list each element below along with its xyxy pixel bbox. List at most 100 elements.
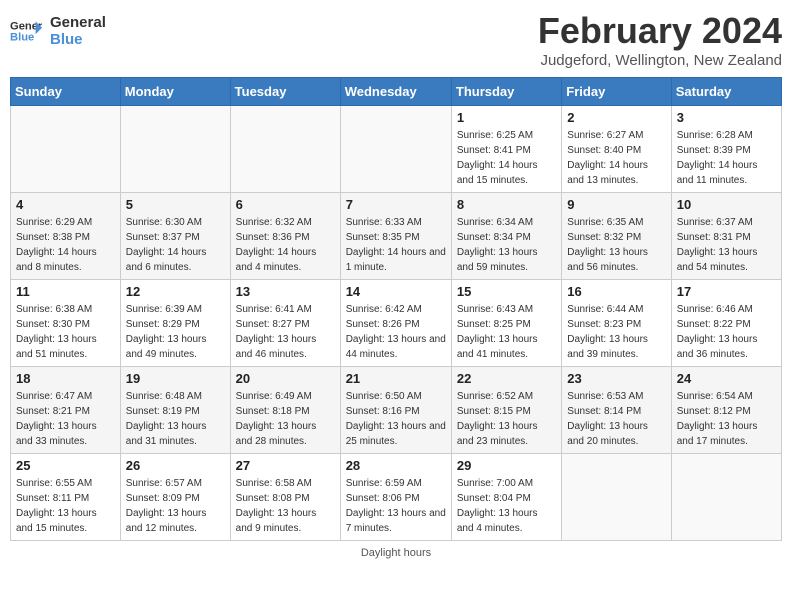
day-info: Sunrise: 6:30 AM Sunset: 8:37 PM Dayligh… bbox=[126, 215, 225, 275]
day-info: Sunrise: 6:48 AM Sunset: 8:19 PM Dayligh… bbox=[126, 389, 225, 449]
calendar-cell: 23 Sunrise: 6:53 AM Sunset: 8:14 PM Dayli… bbox=[562, 367, 671, 454]
day-number: 23 bbox=[567, 371, 665, 386]
calendar-cell: 17 Sunrise: 6:46 AM Sunset: 8:22 PM Dayli… bbox=[671, 280, 781, 367]
day-info: Sunrise: 6:28 AM Sunset: 8:39 PM Dayligh… bbox=[677, 128, 776, 188]
calendar-cell: 20 Sunrise: 6:49 AM Sunset: 8:18 PM Dayli… bbox=[230, 367, 340, 454]
day-info: Sunrise: 6:52 AM Sunset: 8:15 PM Dayligh… bbox=[457, 389, 556, 449]
day-info: Sunrise: 6:35 AM Sunset: 8:32 PM Dayligh… bbox=[567, 215, 665, 275]
day-number: 5 bbox=[126, 197, 225, 212]
day-number: 15 bbox=[457, 284, 556, 299]
calendar-cell: 6Sunrise: 6:32 AM Sunset: 8:36 PM Daylig… bbox=[230, 193, 340, 280]
calendar-cell: 4 Sunrise: 6:29 AM Sunset: 8:38 PM Daylig… bbox=[11, 193, 121, 280]
day-number: 17 bbox=[677, 284, 776, 299]
day-info: Sunrise: 6:25 AM Sunset: 8:41 PM Dayligh… bbox=[457, 128, 556, 188]
calendar-cell: 21Sunrise: 6:50 AM Sunset: 8:16 PM Dayli… bbox=[340, 367, 451, 454]
day-number: 25 bbox=[16, 458, 115, 473]
calendar-cell: 15Sunrise: 6:43 AM Sunset: 8:25 PM Dayli… bbox=[451, 280, 561, 367]
day-info: Sunrise: 6:39 AM Sunset: 8:29 PM Dayligh… bbox=[126, 302, 225, 362]
calendar-cell: 5 Sunrise: 6:30 AM Sunset: 8:37 PM Daylig… bbox=[120, 193, 230, 280]
day-number: 3 bbox=[677, 110, 776, 125]
calendar-cell: 25Sunrise: 6:55 AM Sunset: 8:11 PM Dayli… bbox=[11, 454, 121, 541]
day-number: 26 bbox=[126, 458, 225, 473]
day-info: Sunrise: 6:27 AM Sunset: 8:40 PM Dayligh… bbox=[567, 128, 665, 188]
day-info: Sunrise: 6:59 AM Sunset: 8:06 PM Dayligh… bbox=[346, 476, 446, 536]
calendar-cell: 28 Sunrise: 6:59 AM Sunset: 8:06 PM Dayli… bbox=[340, 454, 451, 541]
calendar-cell: 27 Sunrise: 6:58 AM Sunset: 8:08 PM Dayli… bbox=[230, 454, 340, 541]
day-info: Sunrise: 6:41 AM Sunset: 8:27 PM Dayligh… bbox=[236, 302, 335, 362]
header-cell-friday: Friday bbox=[562, 78, 671, 106]
svg-text:Blue: Blue bbox=[10, 32, 34, 44]
calendar-cell: 10 Sunrise: 6:37 AM Sunset: 8:31 PM Dayli… bbox=[671, 193, 781, 280]
calendar-cell bbox=[340, 106, 451, 193]
daylight-label: Daylight hours bbox=[361, 547, 431, 559]
calendar-cell: 22 Sunrise: 6:52 AM Sunset: 8:15 PM Dayli… bbox=[451, 367, 561, 454]
header-cell-thursday: Thursday bbox=[451, 78, 561, 106]
day-number: 14 bbox=[346, 284, 446, 299]
calendar-week-3: 18Sunrise: 6:47 AM Sunset: 8:21 PM Dayli… bbox=[11, 367, 782, 454]
day-info: Sunrise: 6:44 AM Sunset: 8:23 PM Dayligh… bbox=[567, 302, 665, 362]
day-number: 4 bbox=[16, 197, 115, 212]
calendar-body: 1Sunrise: 6:25 AM Sunset: 8:41 PM Daylig… bbox=[11, 106, 782, 541]
header-cell-wednesday: Wednesday bbox=[340, 78, 451, 106]
day-info: Sunrise: 6:37 AM Sunset: 8:31 PM Dayligh… bbox=[677, 215, 776, 275]
logo-icon: General Blue bbox=[10, 15, 42, 47]
day-number: 11 bbox=[16, 284, 115, 299]
day-info: Sunrise: 6:46 AM Sunset: 8:22 PM Dayligh… bbox=[677, 302, 776, 362]
calendar-cell bbox=[11, 106, 121, 193]
day-number: 10 bbox=[677, 197, 776, 212]
day-info: Sunrise: 6:38 AM Sunset: 8:30 PM Dayligh… bbox=[16, 302, 115, 362]
day-info: Sunrise: 6:29 AM Sunset: 8:38 PM Dayligh… bbox=[16, 215, 115, 275]
day-number: 27 bbox=[236, 458, 335, 473]
calendar-cell: 16Sunrise: 6:44 AM Sunset: 8:23 PM Dayli… bbox=[562, 280, 671, 367]
day-number: 6 bbox=[236, 197, 335, 212]
calendar-week-2: 11 Sunrise: 6:38 AM Sunset: 8:30 PM Dayli… bbox=[11, 280, 782, 367]
calendar-cell bbox=[230, 106, 340, 193]
calendar-cell bbox=[562, 454, 671, 541]
day-info: Sunrise: 6:58 AM Sunset: 8:08 PM Dayligh… bbox=[236, 476, 335, 536]
calendar-cell: 1Sunrise: 6:25 AM Sunset: 8:41 PM Daylig… bbox=[451, 106, 561, 193]
calendar-cell: 2Sunrise: 6:27 AM Sunset: 8:40 PM Daylig… bbox=[562, 106, 671, 193]
logo-general: General bbox=[50, 14, 106, 31]
calendar-week-1: 4 Sunrise: 6:29 AM Sunset: 8:38 PM Daylig… bbox=[11, 193, 782, 280]
day-info: Sunrise: 6:57 AM Sunset: 8:09 PM Dayligh… bbox=[126, 476, 225, 536]
day-number: 9 bbox=[567, 197, 665, 212]
header-cell-monday: Monday bbox=[120, 78, 230, 106]
day-number: 24 bbox=[677, 371, 776, 386]
calendar-header-row: SundayMondayTuesdayWednesdayThursdayFrid… bbox=[11, 78, 782, 106]
day-info: Sunrise: 6:42 AM Sunset: 8:26 PM Dayligh… bbox=[346, 302, 446, 362]
calendar-cell: 12Sunrise: 6:39 AM Sunset: 8:29 PM Dayli… bbox=[120, 280, 230, 367]
calendar-cell: 26 Sunrise: 6:57 AM Sunset: 8:09 PM Dayli… bbox=[120, 454, 230, 541]
day-info: Sunrise: 6:53 AM Sunset: 8:14 PM Dayligh… bbox=[567, 389, 665, 449]
day-number: 19 bbox=[126, 371, 225, 386]
calendar-cell: 11 Sunrise: 6:38 AM Sunset: 8:30 PM Dayli… bbox=[11, 280, 121, 367]
day-number: 13 bbox=[236, 284, 335, 299]
day-number: 22 bbox=[457, 371, 556, 386]
calendar-cell: 8Sunrise: 6:34 AM Sunset: 8:34 PM Daylig… bbox=[451, 193, 561, 280]
day-info: Sunrise: 6:49 AM Sunset: 8:18 PM Dayligh… bbox=[236, 389, 335, 449]
calendar-subtitle: Judgeford, Wellington, New Zealand bbox=[538, 52, 782, 69]
day-info: Sunrise: 6:54 AM Sunset: 8:12 PM Dayligh… bbox=[677, 389, 776, 449]
calendar-cell: 14 Sunrise: 6:42 AM Sunset: 8:26 PM Dayli… bbox=[340, 280, 451, 367]
calendar-cell: 29Sunrise: 7:00 AM Sunset: 8:04 PM Dayli… bbox=[451, 454, 561, 541]
calendar-cell: 3 Sunrise: 6:28 AM Sunset: 8:39 PM Daylig… bbox=[671, 106, 781, 193]
calendar-cell: 24 Sunrise: 6:54 AM Sunset: 8:12 PM Dayli… bbox=[671, 367, 781, 454]
calendar-cell: 13 Sunrise: 6:41 AM Sunset: 8:27 PM Dayli… bbox=[230, 280, 340, 367]
day-number: 7 bbox=[346, 197, 446, 212]
calendar-cell: 18Sunrise: 6:47 AM Sunset: 8:21 PM Dayli… bbox=[11, 367, 121, 454]
day-number: 21 bbox=[346, 371, 446, 386]
title-area: February 2024 Judgeford, Wellington, New… bbox=[538, 10, 782, 69]
day-info: Sunrise: 6:33 AM Sunset: 8:35 PM Dayligh… bbox=[346, 215, 446, 275]
day-number: 20 bbox=[236, 371, 335, 386]
day-number: 28 bbox=[346, 458, 446, 473]
calendar-week-4: 25Sunrise: 6:55 AM Sunset: 8:11 PM Dayli… bbox=[11, 454, 782, 541]
logo-blue: Blue bbox=[50, 31, 106, 48]
header: General Blue General Blue February 2024 … bbox=[10, 10, 782, 69]
logo: General Blue General Blue bbox=[10, 14, 106, 48]
footer: Daylight hours bbox=[10, 547, 782, 559]
calendar-title: February 2024 bbox=[538, 10, 782, 52]
calendar-cell: 9 Sunrise: 6:35 AM Sunset: 8:32 PM Daylig… bbox=[562, 193, 671, 280]
day-number: 29 bbox=[457, 458, 556, 473]
calendar-cell: 7 Sunrise: 6:33 AM Sunset: 8:35 PM Daylig… bbox=[340, 193, 451, 280]
day-info: Sunrise: 6:47 AM Sunset: 8:21 PM Dayligh… bbox=[16, 389, 115, 449]
day-number: 8 bbox=[457, 197, 556, 212]
